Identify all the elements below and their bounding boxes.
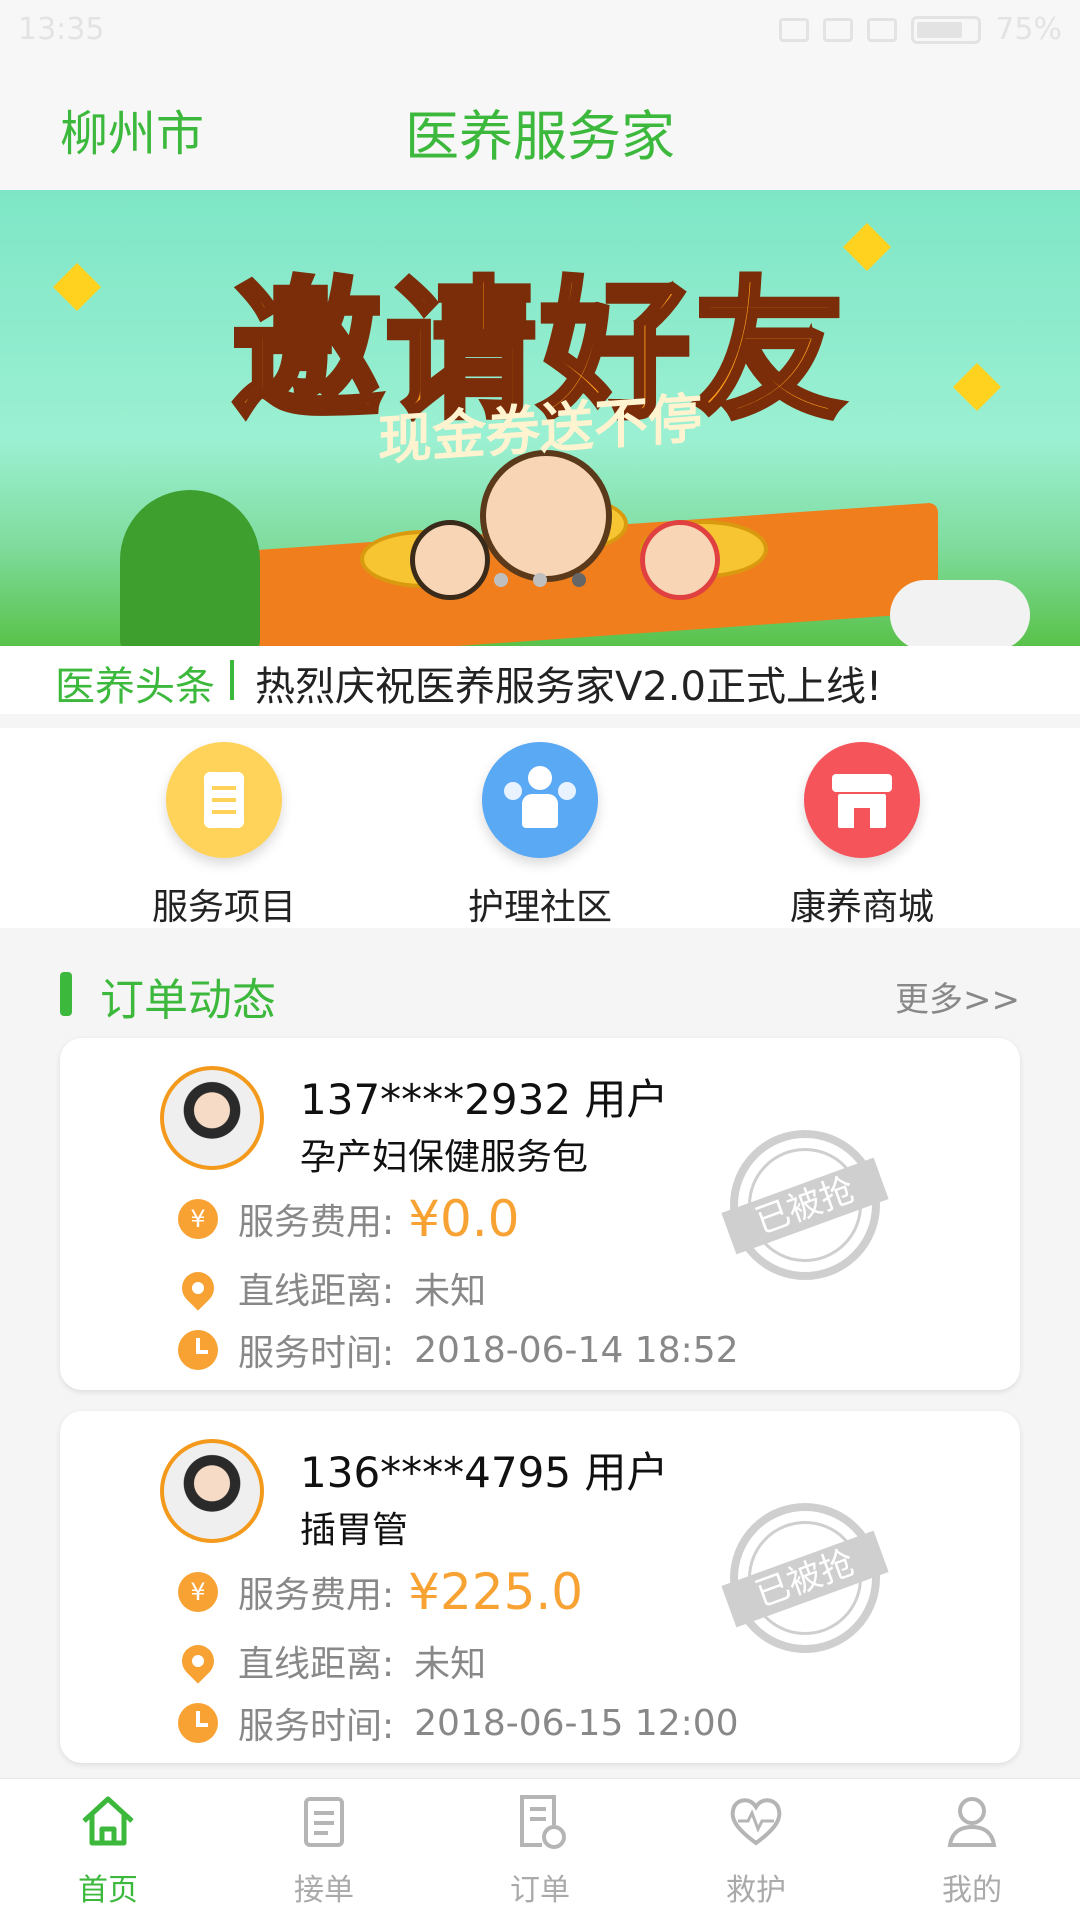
time-value: 2018-06-15 12:00 xyxy=(414,1702,739,1744)
order-service: 孕产妇保健服务包 xyxy=(300,1137,589,1178)
user-icon xyxy=(942,1791,1002,1851)
status-time: 13:35 xyxy=(18,12,105,47)
location-pin-icon xyxy=(175,1265,221,1311)
tab-mine[interactable]: 我的 xyxy=(864,1791,1080,1909)
status-icons: 75% xyxy=(779,12,1062,47)
child-illustration xyxy=(480,450,612,582)
time-label: 服务时间: xyxy=(238,1333,395,1374)
promo-banner[interactable]: 邀请好友 现金券送不停 xyxy=(0,190,1080,646)
avatar xyxy=(160,1439,264,1543)
avatar xyxy=(160,1066,264,1170)
time-row: 服务时间: 2018-06-14 18:52 xyxy=(178,1324,739,1376)
tab-label: 订单 xyxy=(510,1873,570,1908)
order-card[interactable]: 136****4795 用户 插胃管 ¥ 服务费用: ¥225.0 直线距离: … xyxy=(60,1411,1020,1763)
tab-label: 首页 xyxy=(78,1873,138,1908)
news-label: 医养头条 xyxy=(55,664,215,710)
bottom-tab-bar: 首页 接单 订单 救护 我的 xyxy=(0,1778,1080,1921)
wifi-icon xyxy=(823,17,854,42)
yuan-icon: ¥ xyxy=(178,1199,218,1239)
page-title: 医养服务家 xyxy=(405,105,675,168)
tab-label: 我的 xyxy=(942,1873,1002,1908)
clock-icon xyxy=(178,1703,218,1743)
time-label: 服务时间: xyxy=(238,1706,395,1747)
distance-value: 未知 xyxy=(414,1644,487,1685)
battery-level: 75% xyxy=(995,12,1062,47)
app-header: 柳州市 医养服务家 xyxy=(0,62,1080,190)
time-value: 2018-06-14 18:52 xyxy=(414,1329,739,1371)
menu-label: 护理社区 xyxy=(467,887,612,928)
status-bar: 13:35 75% xyxy=(0,0,1080,62)
clock-icon xyxy=(178,1330,218,1370)
distance-row: 直线距离: 未知 xyxy=(175,1635,487,1687)
tab-home[interactable]: 首页 xyxy=(0,1791,216,1909)
grabbed-stamp: 已被抢 xyxy=(721,1503,889,1653)
carousel-dot[interactable] xyxy=(533,573,547,587)
time-row: 服务时间: 2018-06-15 12:00 xyxy=(178,1697,739,1749)
shop-icon xyxy=(804,742,920,858)
order-user: 136****4795 用户 xyxy=(300,1448,669,1497)
document-icon xyxy=(166,742,282,858)
fee-row: ¥ 服务费用: ¥0.0 xyxy=(178,1190,519,1248)
menu-item-wellness-mall[interactable]: 康养商城 xyxy=(742,742,982,930)
order-icon xyxy=(510,1791,570,1851)
more-link[interactable]: 更多>> xyxy=(895,972,1020,1021)
news-text[interactable]: 热烈庆祝医养服务家V2.0正式上线! xyxy=(255,654,882,712)
news-ticker[interactable]: 医养头条 热烈庆祝医养服务家V2.0正式上线! xyxy=(0,646,1080,714)
carousel-dot[interactable] xyxy=(493,573,508,587)
order-service: 插胃管 xyxy=(300,1510,409,1551)
location-pin-icon xyxy=(175,1638,221,1684)
menu-label: 服务项目 xyxy=(151,887,296,928)
order-card[interactable]: 137****2932 用户 孕产妇保健服务包 ¥ 服务费用: ¥0.0 直线距… xyxy=(60,1038,1020,1390)
carousel-indicator xyxy=(0,572,1080,591)
distance-label: 直线距离: xyxy=(238,1644,395,1685)
battery-icon xyxy=(911,15,982,44)
menu-item-service-projects[interactable]: 服务项目 xyxy=(104,742,344,930)
quick-menu: 服务项目 护理社区 康养商城 xyxy=(0,728,1080,928)
hill-decoration xyxy=(120,490,260,646)
tab-orders[interactable]: 订单 xyxy=(432,1791,648,1909)
alarm-icon xyxy=(779,17,810,42)
signal-icon xyxy=(867,17,898,42)
tab-label: 救护 xyxy=(726,1873,786,1908)
menu-item-care-community[interactable]: 护理社区 xyxy=(420,742,660,930)
community-icon xyxy=(482,742,598,858)
carousel-dot-active[interactable] xyxy=(572,573,587,587)
tab-rescue[interactable]: 救护 xyxy=(648,1791,864,1909)
fee-label: 服务费用: xyxy=(238,1202,395,1243)
heart-pulse-icon xyxy=(726,1791,786,1851)
order-user: 137****2932 用户 xyxy=(300,1075,669,1124)
section-accent xyxy=(60,972,72,1016)
fee-value: ¥0.0 xyxy=(408,1190,520,1248)
tab-label: 接单 xyxy=(294,1873,354,1908)
distance-value: 未知 xyxy=(414,1271,487,1312)
distance-row: 直线距离: 未知 xyxy=(175,1262,487,1314)
fee-row: ¥ 服务费用: ¥225.0 xyxy=(178,1563,583,1621)
divider xyxy=(230,660,234,700)
section-title: 订单动态 xyxy=(100,975,276,1026)
grabbed-stamp: 已被抢 xyxy=(721,1130,889,1280)
distance-label: 直线距离: xyxy=(238,1271,395,1312)
clipboard-icon xyxy=(294,1791,354,1851)
home-icon xyxy=(78,1791,138,1851)
menu-label: 康养商城 xyxy=(789,887,934,928)
fee-label: 服务费用: xyxy=(238,1575,395,1616)
tab-accept-orders[interactable]: 接单 xyxy=(216,1791,432,1909)
fee-value: ¥225.0 xyxy=(408,1563,584,1621)
yuan-icon: ¥ xyxy=(178,1572,218,1612)
